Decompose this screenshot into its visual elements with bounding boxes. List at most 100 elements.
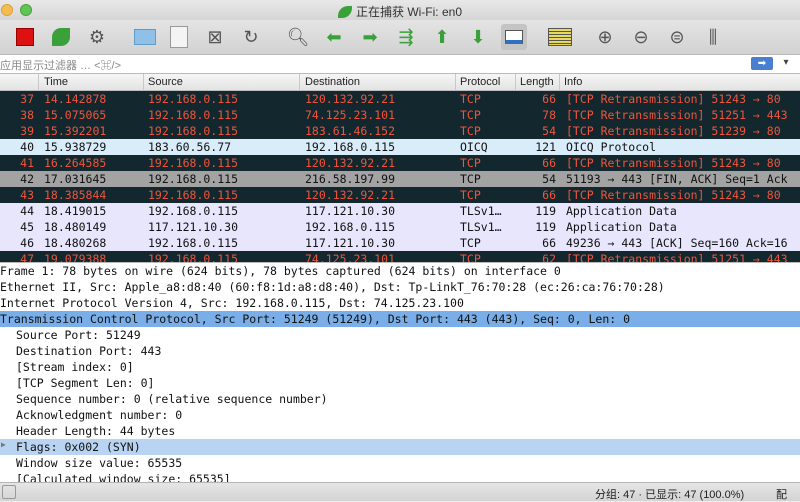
packet-destination: 120.132.92.21 [305, 156, 396, 170]
down-arrow-icon: ⬇ [470, 26, 486, 47]
zoom-out-icon: ⊖ [633, 26, 649, 47]
packet-row[interactable]: 45 18.480149 117.121.10.30 192.168.0.115 TLS… [0, 219, 800, 235]
packet-row[interactable]: 40 15.938729 183.60.56.77 192.168.0.115 OICQ… [0, 139, 800, 155]
packet-list[interactable]: 37 14.142878 192.168.0.115 120.132.92.21 TCP… [0, 91, 800, 262]
packet-destination: 120.132.92.21 [305, 92, 396, 106]
packet-number: 40 [20, 140, 34, 154]
window-title-text: 正在捕获 Wi-Fi: en0 [355, 5, 462, 19]
packet-protocol: TCP [460, 236, 481, 250]
packet-number: 44 [20, 204, 34, 218]
packet-time: 15.075065 [44, 108, 107, 122]
packet-source: 192.168.0.115 [148, 236, 239, 250]
packet-info: Application Data [566, 220, 677, 234]
open-file-button[interactable] [132, 24, 158, 50]
restart-fin-icon [52, 28, 70, 46]
packet-row[interactable]: 39 15.392201 192.168.0.115 183.61.46.152 TCP… [0, 123, 800, 139]
detail-row[interactable]: Header Length: 44 bytes [0, 423, 800, 439]
window-title: 正在捕获 Wi-Fi: en0 [0, 3, 800, 20]
go-back-button[interactable]: ⬅ [321, 24, 347, 50]
expert-info-icon[interactable] [2, 485, 16, 499]
column-source[interactable]: Source [148, 76, 183, 88]
gear-icon: ⚙ [88, 26, 106, 47]
packet-destination: 192.168.0.115 [305, 220, 396, 234]
save-file-button[interactable] [166, 24, 192, 50]
packet-number: 46 [20, 236, 34, 250]
colorize-button[interactable] [547, 24, 573, 50]
packet-time: 18.419015 [44, 204, 107, 218]
packet-source: 192.168.0.115 [148, 156, 239, 170]
packet-length: 78 [542, 108, 556, 122]
close-file-button[interactable]: ⊠ [202, 24, 228, 50]
packet-destination: 216.58.197.99 [305, 172, 396, 186]
detail-row[interactable]: Destination Port: 443 [0, 343, 800, 359]
detail-row[interactable]: ▶ Flags: 0x002 (SYN) [0, 439, 800, 455]
packet-source: 192.168.0.115 [148, 172, 239, 186]
packet-destination: 117.121.10.30 [305, 204, 396, 218]
packet-row[interactable]: 37 14.142878 192.168.0.115 120.132.92.21 TCP… [0, 91, 800, 107]
column-time[interactable]: Time [44, 76, 68, 88]
go-to-packet-button[interactable]: ⇶ [393, 24, 419, 50]
packet-row[interactable]: 44 18.419015 192.168.0.115 117.121.10.30 TLS… [0, 203, 800, 219]
stop-capture-button[interactable] [12, 24, 38, 50]
packet-length: 119 [535, 204, 556, 218]
packet-destination: 74.125.23.101 [305, 108, 396, 122]
packet-source: 192.168.0.115 [148, 252, 239, 262]
packet-row[interactable]: 42 17.031645 192.168.0.115 216.58.197.99 TCP… [0, 171, 800, 187]
resize-columns-button[interactable]: ⫼ [700, 24, 726, 50]
detail-row[interactable]: Source Port: 51249 [0, 327, 800, 343]
normal-size-icon: ⊜ [669, 26, 685, 47]
packet-destination: 74.125.23.101 [305, 252, 396, 262]
packet-length: 121 [535, 140, 556, 154]
column-protocol[interactable]: Protocol [460, 76, 500, 88]
packet-row[interactable]: 43 18.385844 192.168.0.115 120.132.92.21 TCP… [0, 187, 800, 203]
normal-size-button[interactable]: ⊜ [664, 24, 690, 50]
column-destination[interactable]: Destination [305, 76, 360, 88]
zoom-in-icon: ⊕ [597, 26, 613, 47]
packet-protocol: TCP [460, 188, 481, 202]
packet-number: 45 [20, 220, 34, 234]
detail-text: [TCP Segment Len: 0] [16, 376, 155, 390]
document-icon [170, 26, 188, 48]
capture-options-button[interactable]: ⚙ [84, 24, 110, 50]
zoom-in-button[interactable]: ⊕ [592, 24, 618, 50]
packet-number: 38 [20, 108, 34, 122]
reload-button[interactable]: ↻ [238, 24, 264, 50]
packet-row[interactable]: 41 16.264585 192.168.0.115 120.132.92.21 TCP… [0, 155, 800, 171]
detail-row[interactable]: Sequence number: 0 (relative sequence nu… [0, 391, 800, 407]
column-info[interactable]: Info [564, 76, 582, 88]
detail-row[interactable]: Ethernet II, Src: Apple_a8:d8:40 (60:f8:… [0, 279, 800, 295]
detail-text: [Stream index: 0] [16, 360, 134, 374]
display-filter-bar[interactable]: 应用显示过滤器 … <⌘/> ➡ ▾ [0, 55, 800, 74]
detail-row[interactable]: Window size value: 65535 [0, 455, 800, 471]
column-length[interactable]: Length [520, 76, 554, 88]
packet-length: 66 [542, 92, 556, 106]
packet-destination: 183.61.46.152 [305, 124, 396, 138]
packet-protocol: TCP [460, 172, 481, 186]
up-arrow-icon: ⬆ [434, 26, 450, 47]
display-filter-input[interactable]: 应用显示过滤器 … <⌘/> [0, 57, 121, 73]
find-packet-button[interactable]: 🔍︎ [285, 24, 311, 50]
apply-filter-button[interactable]: ➡ [751, 57, 773, 70]
detail-row[interactable]: Transmission Control Protocol, Src Port:… [0, 311, 800, 327]
packet-length: 66 [542, 188, 556, 202]
auto-scroll-button[interactable] [501, 24, 527, 50]
packet-details[interactable]: Frame 1: 78 bytes on wire (624 bits), 78… [0, 262, 800, 483]
packet-row[interactable]: 38 15.075065 192.168.0.115 74.125.23.101 TCP… [0, 107, 800, 123]
expand-triangle-icon[interactable]: ▶ [1, 440, 6, 449]
go-forward-button[interactable]: ➡ [357, 24, 383, 50]
filter-dropdown-icon[interactable]: ▾ [779, 57, 793, 70]
detail-row[interactable]: Frame 1: 78 bytes on wire (624 bits), 78… [0, 263, 800, 279]
detail-row[interactable]: Internet Protocol Version 4, Src: 192.16… [0, 295, 800, 311]
go-last-button[interactable]: ⬇ [465, 24, 491, 50]
packet-row[interactable]: 46 18.480268 192.168.0.115 117.121.10.30 TCP… [0, 235, 800, 251]
detail-row[interactable]: Acknowledgment number: 0 [0, 407, 800, 423]
zoom-out-button[interactable]: ⊖ [628, 24, 654, 50]
go-first-button[interactable]: ⬆ [429, 24, 455, 50]
restart-capture-button[interactable] [48, 24, 74, 50]
detail-row[interactable]: [Stream index: 0] [0, 359, 800, 375]
resize-columns-icon: ⫼ [708, 26, 718, 47]
packet-row[interactable]: 47 19.079388 192.168.0.115 74.125.23.101 TCP… [0, 251, 800, 262]
packet-time: 18.385844 [44, 188, 107, 202]
detail-text: Ethernet II, Src: Apple_a8:d8:40 (60:f8:… [0, 280, 665, 294]
detail-row[interactable]: [TCP Segment Len: 0] [0, 375, 800, 391]
